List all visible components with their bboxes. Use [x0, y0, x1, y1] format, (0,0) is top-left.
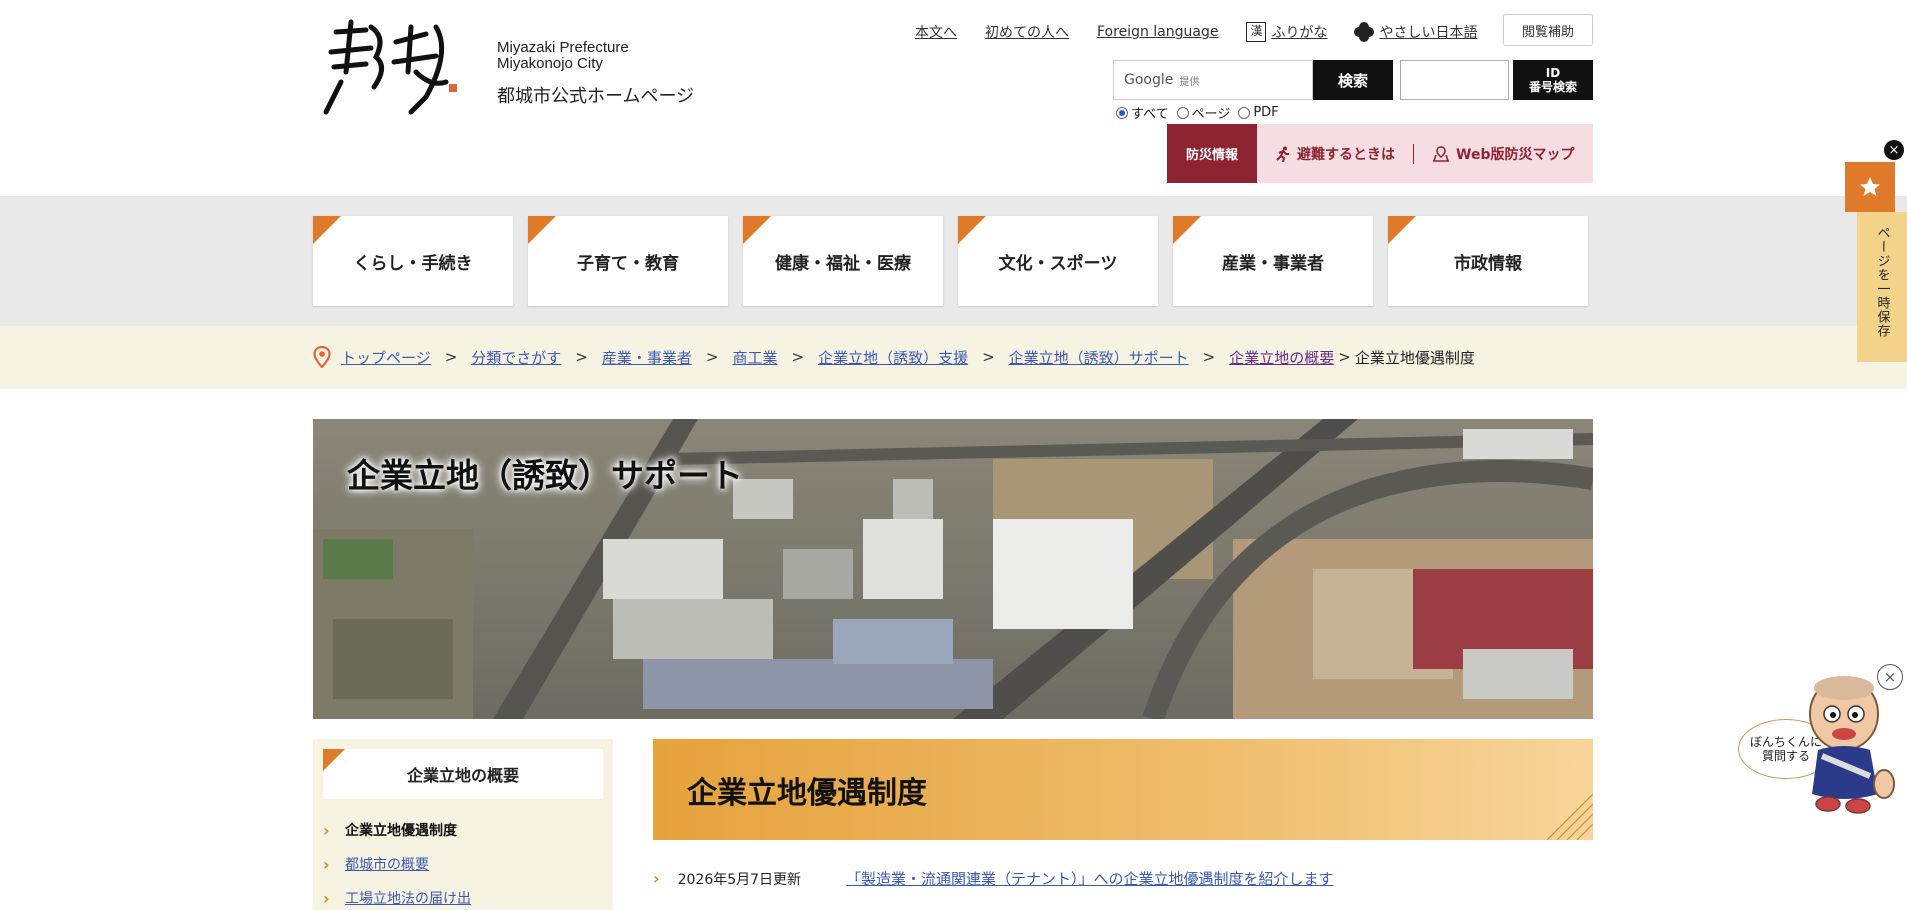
breadcrumb-item-industry[interactable]: 産業・事業者	[602, 347, 692, 368]
logo-en-line2: Miyakonojo City	[497, 55, 603, 72]
evacuation-link[interactable]: 避難するときは	[1257, 144, 1413, 164]
browsing-assist-button[interactable]: 閲覧補助	[1503, 14, 1593, 46]
scope-pdf-radio[interactable]: PDF	[1238, 105, 1279, 120]
page-title-text: 企業立地優遇制度	[687, 775, 927, 811]
gnav-item-culture[interactable]: 文化・スポーツ	[958, 216, 1158, 306]
disaster-info-tag[interactable]: 防災情報	[1167, 124, 1257, 183]
global-nav: くらし・手続き 子育て・教育 健康・福祉・医療 文化・スポーツ 産業・事業者 市…	[0, 196, 1907, 326]
breadcrumb-separator: >	[444, 348, 458, 366]
breadcrumb-separator: >	[1338, 348, 1351, 366]
update-article-link[interactable]: 「製造業・流通関連業（テナント）」への企業立地優遇制度を紹介します	[846, 868, 1334, 889]
chevron-right-icon: ›	[323, 888, 330, 908]
clover-icon	[1354, 22, 1375, 42]
side-nav-item-label: 都城市の概要	[345, 857, 429, 873]
breadcrumb-bar: トップページ > 分類でさがす > 産業・事業者 > 商工業 > 企業立地（誘致…	[0, 326, 1907, 389]
page-save-label: ページを一時保存	[1874, 226, 1890, 338]
side-nav-item-label: 企業立地優遇制度	[345, 823, 457, 839]
page-save-tab[interactable]: ページを一時保存	[1857, 212, 1907, 362]
breadcrumb-item-commerce[interactable]: 商工業	[732, 347, 777, 368]
page-save-star-button[interactable]	[1845, 162, 1895, 212]
breadcrumb-separator: >	[705, 348, 719, 366]
breadcrumb-item-attraction-support[interactable]: 企業立地（誘致）支援	[818, 347, 968, 368]
update-date: 2026年5月7日更新	[677, 871, 802, 888]
easy-japanese-link[interactable]: やさしい日本語	[1353, 21, 1477, 43]
evacuation-label: 避難するときは	[1297, 146, 1395, 163]
breadcrumb-item-top[interactable]: トップページ	[341, 347, 431, 368]
breadcrumb-separator: >	[982, 348, 995, 366]
scope-all-radio[interactable]: すべて	[1116, 103, 1169, 122]
chevron-right-icon: ›	[323, 854, 330, 874]
scope-all-label: すべて	[1131, 107, 1169, 122]
side-nav-item-incentives[interactable]: › 企業立地優遇制度	[323, 813, 471, 847]
kanji-icon: 漢	[1246, 22, 1267, 42]
site-header: Miyazaki Prefecture Miyakonojo City 都城市公…	[0, 0, 1907, 196]
header-utility-links: 本文へ 初めての人へ Foreign language 漢 ふりがな やさしい日…	[915, 20, 1503, 44]
side-nav-item-factory-notice[interactable]: › 工場立地法の届け出	[323, 881, 471, 910]
gnav-item-health[interactable]: 健康・福祉・医療	[743, 216, 943, 306]
update-info-row: › 2026年5月7日更新 「製造業・流通関連業（テナント）」への企業立地優遇制…	[653, 868, 1334, 889]
breadcrumb-item-attraction-sapo[interactable]: 企業立地（誘致）サポート	[1009, 347, 1189, 368]
furigana-label: ふりがな	[1271, 25, 1328, 41]
disaster-info-bar: 防災情報 避難するときは Web版防災マップ	[1167, 124, 1593, 183]
breadcrumb-current: 企業立地優遇制度	[1354, 348, 1475, 367]
side-nav-item-city-overview[interactable]: › 都城市の概要	[323, 847, 471, 881]
disaster-map-link[interactable]: Web版防災マップ	[1414, 144, 1592, 164]
id-number-search-button[interactable]: ID 番号検索	[1513, 60, 1593, 100]
breadcrumb-item-overview[interactable]: 企業立地の概要	[1229, 347, 1334, 368]
page-title: 企業立地優遇制度	[653, 739, 1593, 840]
gnav-item-childcare[interactable]: 子育て・教育	[528, 216, 728, 306]
running-person-icon	[1276, 146, 1289, 162]
city-logo-calligraphy[interactable]	[316, 12, 466, 120]
side-nav-heading[interactable]: 企業立地の概要	[323, 749, 603, 799]
breadcrumb-separator: >	[1202, 348, 1216, 366]
logo-text[interactable]: Miyazaki Prefecture Miyakonojo City 都城市公…	[497, 40, 694, 108]
logo-en-line1: Miyazaki Prefecture	[497, 39, 629, 56]
gnav-item-industry[interactable]: 産業・事業者	[1173, 216, 1373, 306]
id-button-line2: 番号検索	[1528, 80, 1577, 94]
decorative-stripes	[1547, 794, 1593, 840]
id-number-input[interactable]	[1400, 60, 1509, 100]
side-nav: 企業立地の概要 › 企業立地優遇制度 › 都城市の概要 › 工場立地法の届け出	[313, 739, 613, 910]
gnav-item-living[interactable]: くらし・手続き	[313, 216, 513, 306]
star-icon	[1860, 177, 1880, 196]
easy-japanese-label: やさしい日本語	[1379, 25, 1478, 41]
map-pin-icon	[1433, 145, 1449, 162]
radio-icon	[1176, 106, 1189, 119]
breadcrumb-item-category[interactable]: 分類でさがす	[471, 347, 561, 368]
hero-title: 企業立地（誘致）サポート	[347, 456, 743, 495]
radio-icon	[1238, 106, 1251, 119]
furigana-toggle[interactable]: 漢 ふりがな	[1246, 22, 1327, 42]
scope-pdf-label: PDF	[1253, 105, 1279, 120]
google-search-input[interactable]: Google 提供	[1113, 60, 1313, 100]
logo-site-name: 都城市公式ホームページ	[497, 86, 695, 107]
scope-page-radio[interactable]: ページ	[1176, 103, 1231, 122]
foreign-language-link[interactable]: Foreign language	[1097, 24, 1218, 40]
hero-banner: 企業立地（誘致）サポート	[313, 419, 1593, 719]
radio-icon	[1116, 106, 1128, 119]
search-button[interactable]: 検索	[1313, 60, 1393, 100]
side-nav-list: › 企業立地優遇制度 › 都城市の概要 › 工場立地法の届け出	[323, 813, 471, 910]
breadcrumb-separator: >	[791, 348, 805, 366]
scope-page-label: ページ	[1191, 107, 1231, 122]
google-label: Google	[1124, 72, 1174, 88]
chevron-right-icon: ›	[323, 820, 330, 840]
bonchi-kun-mascot-icon[interactable]	[1798, 672, 1898, 814]
breadcrumb: トップページ > 分類でさがす > 産業・事業者 > 商工業 > 企業立地（誘致…	[313, 346, 1475, 368]
gnav-item-city-info[interactable]: 市政情報	[1388, 216, 1588, 306]
page-save-close-icon[interactable]: ×	[1884, 140, 1904, 160]
skip-to-main-link[interactable]: 本文へ	[915, 22, 957, 42]
side-nav-item-label: 工場立地法の届け出	[345, 891, 471, 907]
google-provided-label: 提供	[1179, 76, 1200, 88]
disaster-map-label: Web版防災マップ	[1456, 146, 1575, 163]
search-scope-radios: すべて ページ PDF	[1116, 103, 1287, 122]
id-button-line1: ID	[1545, 66, 1561, 80]
chevron-right-icon: ›	[653, 869, 660, 888]
first-time-visitors-link[interactable]: 初めての人へ	[985, 22, 1069, 42]
breadcrumb-separator: >	[575, 348, 588, 366]
location-pin-icon	[313, 346, 331, 368]
